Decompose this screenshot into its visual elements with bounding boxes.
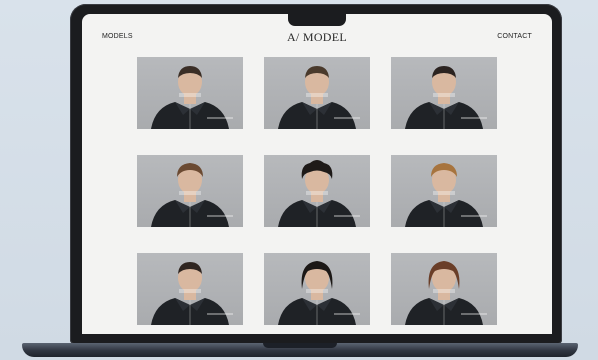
- watermark-bar: [306, 191, 328, 195]
- caption-line: [207, 117, 233, 119]
- model-photo: [278, 261, 360, 325]
- model-card[interactable]: [391, 253, 497, 325]
- caption-line: [461, 215, 487, 217]
- caption-line: [334, 215, 360, 217]
- caption-line: [461, 117, 487, 119]
- model-card[interactable]: [264, 57, 370, 129]
- caption-line: [461, 313, 487, 315]
- nav-contact-link[interactable]: CONTACT: [497, 33, 532, 40]
- model-card[interactable]: [137, 155, 243, 227]
- laptop-screen: MODELS A/ MODEL CONTACT: [82, 14, 552, 334]
- model-photo: [278, 160, 360, 227]
- scene: MODELS A/ MODEL CONTACT: [0, 0, 598, 360]
- watermark-bar: [433, 289, 455, 293]
- watermark-bar: [433, 93, 455, 97]
- model-photo: [151, 262, 233, 325]
- camera-notch: [288, 10, 346, 26]
- model-photo: [151, 66, 233, 129]
- site-logo[interactable]: A/ MODEL: [82, 30, 552, 45]
- model-card[interactable]: [391, 155, 497, 227]
- watermark-bar: [433, 191, 455, 195]
- model-card[interactable]: [137, 253, 243, 325]
- caption-line: [334, 313, 360, 315]
- watermark-bar: [179, 289, 201, 293]
- model-card[interactable]: [391, 57, 497, 129]
- model-card[interactable]: [264, 155, 370, 227]
- model-photo: [405, 163, 487, 227]
- model-photo: [278, 66, 360, 129]
- watermark-bar: [179, 93, 201, 97]
- watermark-bar: [179, 191, 201, 195]
- caption-line: [207, 313, 233, 315]
- model-photo: [405, 66, 487, 129]
- model-photo: [151, 163, 233, 227]
- caption-line: [334, 117, 360, 119]
- caption-line: [207, 215, 233, 217]
- model-photo: [405, 261, 487, 325]
- watermark-bar: [306, 289, 328, 293]
- laptop-groove: [263, 343, 337, 348]
- watermark-bar: [306, 93, 328, 97]
- model-card[interactable]: [137, 57, 243, 129]
- model-card[interactable]: [264, 253, 370, 325]
